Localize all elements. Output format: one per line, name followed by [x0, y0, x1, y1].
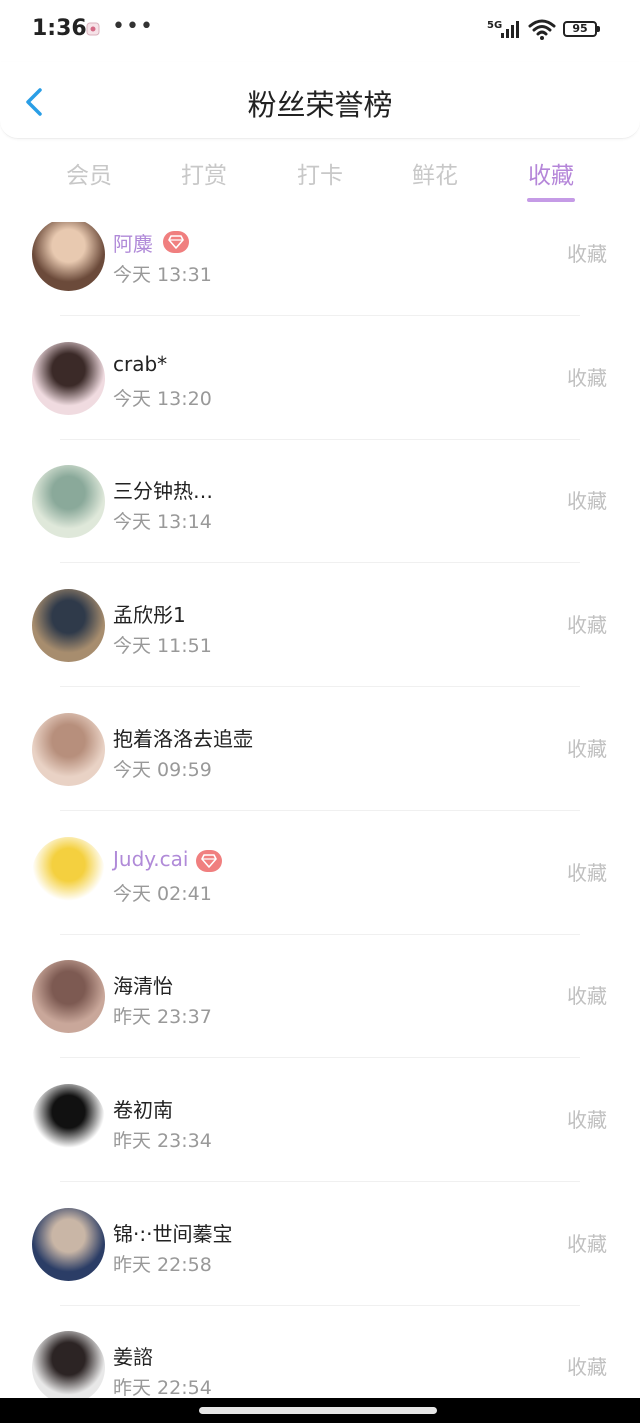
list-item[interactable]: 抱着洛洛去追壶今天 09:59 收藏: [0, 687, 640, 811]
user-avatar[interactable]: [32, 837, 105, 910]
home-indicator[interactable]: [199, 1407, 437, 1414]
wifi-icon: [528, 19, 556, 40]
tab-bar: 会员 打赏 打卡 鲜花 收藏: [0, 150, 640, 212]
user-name[interactable]: 孟欣彤1: [113, 599, 186, 628]
user-name[interactable]: 海清怡: [113, 970, 173, 999]
list-item[interactable]: Judy.cai 今天 02:41 收藏: [0, 811, 640, 935]
favorite-time: 昨天 22:58: [113, 1254, 212, 1276]
status-bar: 1:36 ••• 5G 95: [0, 0, 640, 62]
favorite-label: 收藏: [567, 861, 607, 885]
user-name[interactable]: 卷初南: [113, 1094, 173, 1123]
battery-icon: 95: [563, 21, 600, 37]
list-item[interactable]: 孟欣彤1 今天 11:51 收藏: [0, 563, 640, 687]
favorite-time: 今天 11:51: [113, 635, 212, 657]
favorite-label: 收藏: [567, 1108, 607, 1132]
notification-icon: [86, 22, 100, 36]
tab-checkin[interactable]: 打卡: [275, 156, 365, 190]
favorite-label: 收藏: [567, 366, 607, 390]
list-item[interactable]: 海清怡昨天 23:37 收藏: [0, 934, 640, 1058]
svg-text:5G: 5G: [487, 20, 502, 31]
header-bar: 粉丝荣誉榜: [0, 62, 640, 139]
tab-rewards[interactable]: 打赏: [159, 156, 249, 190]
favorite-time: 今天 13:14: [113, 511, 212, 533]
user-name[interactable]: 三分钟热…: [113, 475, 213, 504]
favorite-time: 今天 13:31: [113, 264, 212, 286]
active-tab-indicator: [527, 198, 575, 202]
favorite-label: 收藏: [567, 984, 607, 1008]
vip-diamond-icon: [163, 231, 189, 253]
favorite-time: 昨天 23:37: [113, 1006, 212, 1028]
favorite-time: 昨天 23:34: [113, 1130, 212, 1152]
list-item[interactable]: 锦·:·世间蓁宝昨天 22:58 收藏: [0, 1182, 640, 1306]
favorite-label: 收藏: [567, 1232, 607, 1256]
user-avatar[interactable]: [32, 342, 105, 415]
vip-diamond-icon: [196, 850, 222, 872]
favorite-label: 收藏: [567, 613, 607, 637]
favorite-label: 收藏: [567, 242, 607, 266]
user-avatar[interactable]: [32, 713, 105, 786]
status-time: 1:36: [32, 16, 87, 41]
tab-members[interactable]: 会员: [44, 156, 134, 190]
favorite-time: 今天 09:59: [113, 759, 212, 781]
user-avatar[interactable]: [32, 1331, 105, 1398]
fan-list: 阿麋 今天 13:31 收藏 crab* 今天 13:20 收藏 三分钟热… 今天 13:14…: [0, 222, 640, 1398]
list-item[interactable]: 姜諮昨天 22:54 收藏: [0, 1305, 640, 1398]
page-title: 粉丝荣誉榜: [247, 88, 393, 122]
user-avatar[interactable]: [32, 1208, 105, 1281]
tab-flowers[interactable]: 鲜花: [390, 156, 480, 190]
favorite-label: 收藏: [567, 489, 607, 513]
user-avatar[interactable]: [32, 1084, 105, 1157]
user-name[interactable]: 锦·:·世间蓁宝: [113, 1218, 232, 1247]
list-item[interactable]: 阿麋今天 13:31 收藏: [0, 222, 640, 316]
user-avatar[interactable]: [32, 589, 105, 662]
user-name[interactable]: 抱着洛洛去追壶: [113, 723, 253, 752]
favorite-time: 今天 02:41: [113, 883, 212, 905]
user-name[interactable]: 阿麋: [113, 228, 153, 257]
tab-favorites[interactable]: 收藏: [506, 156, 596, 190]
user-name[interactable]: crab*: [113, 352, 167, 376]
list-item[interactable]: 三分钟热… 今天 13:14 收藏: [0, 439, 640, 563]
favorite-time: 今天 13:20: [113, 388, 212, 410]
list-item[interactable]: 卷初南昨天 23:34 收藏: [0, 1058, 640, 1182]
user-avatar[interactable]: [32, 960, 105, 1033]
favorite-label: 收藏: [567, 737, 607, 761]
favorite-label: 收藏: [567, 1355, 607, 1379]
user-avatar[interactable]: [32, 222, 105, 291]
user-name[interactable]: 姜諮: [113, 1341, 153, 1370]
cellular-signal-icon: 5G: [487, 20, 519, 38]
favorite-time: 昨天 22:54: [113, 1377, 212, 1398]
more-notifications-icon: •••: [112, 14, 154, 39]
list-item[interactable]: crab* 今天 13:20 收藏: [0, 316, 640, 440]
user-name[interactable]: Judy.cai: [113, 847, 188, 871]
user-avatar[interactable]: [32, 465, 105, 538]
